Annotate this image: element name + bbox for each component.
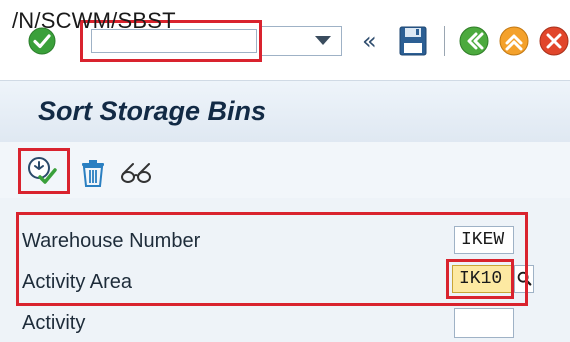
exit-icon[interactable] (498, 25, 530, 57)
activity-label: Activity (22, 312, 86, 334)
toolbar-divider (444, 26, 445, 56)
fields-highlight (16, 212, 528, 306)
trash-icon[interactable] (80, 159, 106, 187)
double-chevron-left-icon[interactable]: « (362, 28, 377, 54)
cancel-icon[interactable] (538, 25, 570, 57)
floppy-disk-icon[interactable] (398, 25, 428, 57)
command-field-value[interactable]: /N/SCWM/SBST (12, 8, 176, 34)
execute-icon[interactable] (26, 155, 58, 187)
activity-input[interactable] (454, 308, 514, 338)
chevron-down-icon[interactable] (315, 36, 331, 45)
glasses-icon[interactable] (119, 160, 153, 186)
back-icon[interactable] (458, 25, 490, 57)
page-title: Sort Storage Bins (38, 96, 267, 126)
